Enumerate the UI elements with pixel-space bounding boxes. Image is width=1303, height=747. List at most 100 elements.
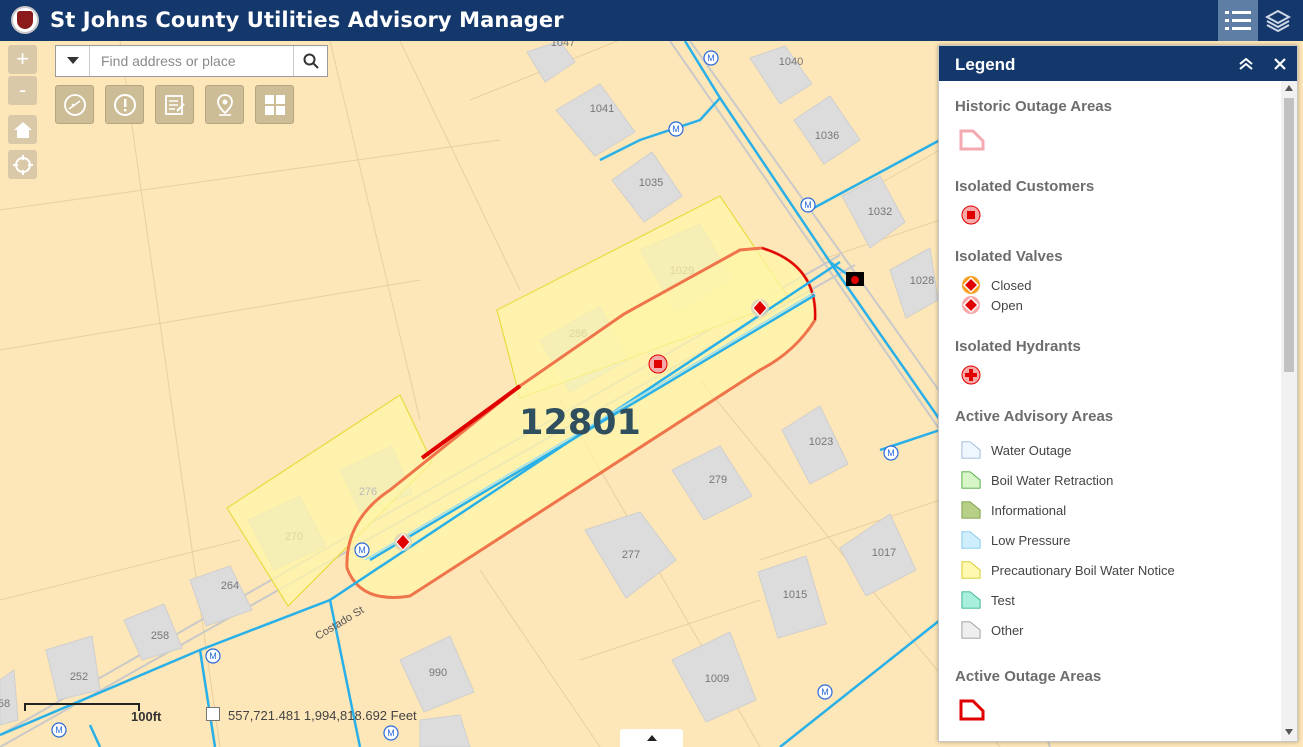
app-header: St Johns County Utilities Advisory Manag… <box>0 0 1303 41</box>
meter-icon[interactable]: M <box>883 445 899 461</box>
parcel-label: 58 <box>0 698 10 710</box>
legend-item-label: Boil Water Retraction <box>991 472 1114 488</box>
alert-tool-button[interactable] <box>105 85 144 124</box>
legend-section-title: Isolated Customers <box>955 178 1095 195</box>
legend-item-label: Low Pressure <box>991 532 1071 548</box>
legend-item-closed-valve: Closed <box>961 275 1031 295</box>
parcel-label: 1028 <box>910 275 934 287</box>
search-source-dropdown[interactable] <box>56 46 90 76</box>
legend-body[interactable]: Historic Outage Areas Isolated Customers… <box>939 81 1280 741</box>
location-tool-button[interactable] <box>205 85 244 124</box>
coordinate-readout: 557,721.481 1,994,818.692 Feet <box>206 707 417 723</box>
map-pin-icon <box>216 93 233 116</box>
meter-icon[interactable]: M <box>817 684 833 700</box>
search-input[interactable] <box>90 46 295 76</box>
closed-valve-symbol <box>962 276 980 294</box>
basemap-tool-button[interactable] <box>255 85 294 124</box>
legend-item-label: Open <box>991 297 1023 313</box>
scale-bar <box>24 703 140 711</box>
svg-text:M: M <box>821 687 829 697</box>
water-outage-swatch <box>961 441 981 459</box>
zoom-in-button[interactable]: + <box>8 45 37 74</box>
coordinate-icon <box>206 707 220 721</box>
parcel-label: 1047 <box>551 41 575 49</box>
locate-button[interactable] <box>8 150 37 179</box>
legend-section-title: Isolated Hydrants <box>955 338 1081 355</box>
app-title: St Johns County Utilities Advisory Manag… <box>50 8 564 32</box>
legend-item-label: Other <box>991 622 1024 638</box>
legend-scrollbar[interactable] <box>1281 81 1297 741</box>
zoom-controls: + - <box>8 45 37 107</box>
parcel-label: 1036 <box>815 130 839 142</box>
search-button[interactable] <box>293 46 327 76</box>
legend-section-title: Active Advisory Areas <box>955 408 1114 425</box>
parcel-label: 1009 <box>705 673 729 685</box>
closed-valve-marker[interactable] <box>846 272 864 286</box>
parcel-label: 1040 <box>779 56 803 68</box>
scroll-down-icon[interactable] <box>1285 729 1293 735</box>
other-swatch <box>961 621 981 639</box>
legend-panel: Legend Historic Outage Areas Isolated Cu… <box>938 45 1298 742</box>
svg-text:M: M <box>672 124 680 134</box>
svg-text:M: M <box>358 545 366 555</box>
legend-scroll-thumb[interactable] <box>1284 98 1294 372</box>
meter-icon[interactable]: M <box>800 197 816 213</box>
search-box <box>55 45 328 77</box>
list-icon <box>1225 10 1251 30</box>
open-valve-marker[interactable] <box>394 533 412 551</box>
legend-section-title: Historic Outage Areas <box>955 98 1112 115</box>
home-button[interactable] <box>8 115 37 144</box>
parcel-label: 1015 <box>783 589 807 601</box>
measure-icon <box>63 93 86 116</box>
svg-text:M: M <box>707 53 715 63</box>
parcel-label: 276 <box>359 486 377 498</box>
meter-icon[interactable]: M <box>205 648 221 664</box>
county-seal-logo <box>11 6 39 34</box>
parcel-label: 1023 <box>809 436 833 448</box>
collapse-icon[interactable] <box>1239 58 1253 70</box>
parcel-label: 1017 <box>872 547 896 559</box>
historic-outage-symbol <box>959 129 985 151</box>
legend-section-title: Active Outage Areas <box>955 668 1102 685</box>
chevron-up-icon <box>646 735 657 741</box>
legend-title: Legend <box>955 55 1016 74</box>
open-valve-marker[interactable] <box>751 299 769 317</box>
search-icon <box>303 53 319 69</box>
scale-label: 100ft <box>131 709 162 724</box>
test-swatch <box>961 591 981 609</box>
legend-item-label: Closed <box>991 277 1032 293</box>
chevron-down-icon <box>66 57 79 64</box>
layers-button[interactable] <box>1258 0 1298 41</box>
alert-icon <box>113 93 136 116</box>
svg-text:M: M <box>804 200 812 210</box>
report-tool-button[interactable] <box>155 85 194 124</box>
zoom-out-button[interactable]: - <box>8 76 37 105</box>
legend-item-open-valve: Open <box>961 295 1023 315</box>
meter-icon[interactable]: M <box>668 121 684 137</box>
legend-section-title: Isolated Valves <box>955 248 1063 265</box>
legend-toggle-button[interactable] <box>1218 0 1258 41</box>
parcel-label: 264 <box>221 580 239 592</box>
coordinate-text: 557,721.481 1,994,818.692 Feet <box>228 708 417 723</box>
svg-text:M: M <box>209 651 217 661</box>
low-pressure-swatch <box>961 531 981 549</box>
isolated-customer-marker[interactable] <box>648 354 668 374</box>
meter-icon[interactable]: M <box>703 50 719 66</box>
scroll-up-icon[interactable] <box>1285 85 1293 91</box>
boil-water-retraction-swatch <box>961 471 981 489</box>
legend-item-test: Test <box>961 590 1015 610</box>
hydrant-symbol <box>961 365 981 385</box>
svg-text:M: M <box>887 448 895 458</box>
parcel-label: 1032 <box>868 206 892 218</box>
measure-tool-button[interactable] <box>55 85 94 124</box>
report-icon <box>164 94 185 115</box>
close-icon[interactable] <box>1274 58 1286 70</box>
meter-icon[interactable]: M <box>383 725 399 741</box>
parcel-label: 1035 <box>639 177 663 189</box>
bottom-panel-toggle[interactable] <box>620 729 683 747</box>
parcel-label: 277 <box>622 549 640 561</box>
svg-text:M: M <box>387 728 395 738</box>
meter-icon[interactable]: M <box>51 722 67 738</box>
meter-icon[interactable]: M <box>354 542 370 558</box>
legend-item-water-outage: Water Outage <box>961 440 1071 460</box>
